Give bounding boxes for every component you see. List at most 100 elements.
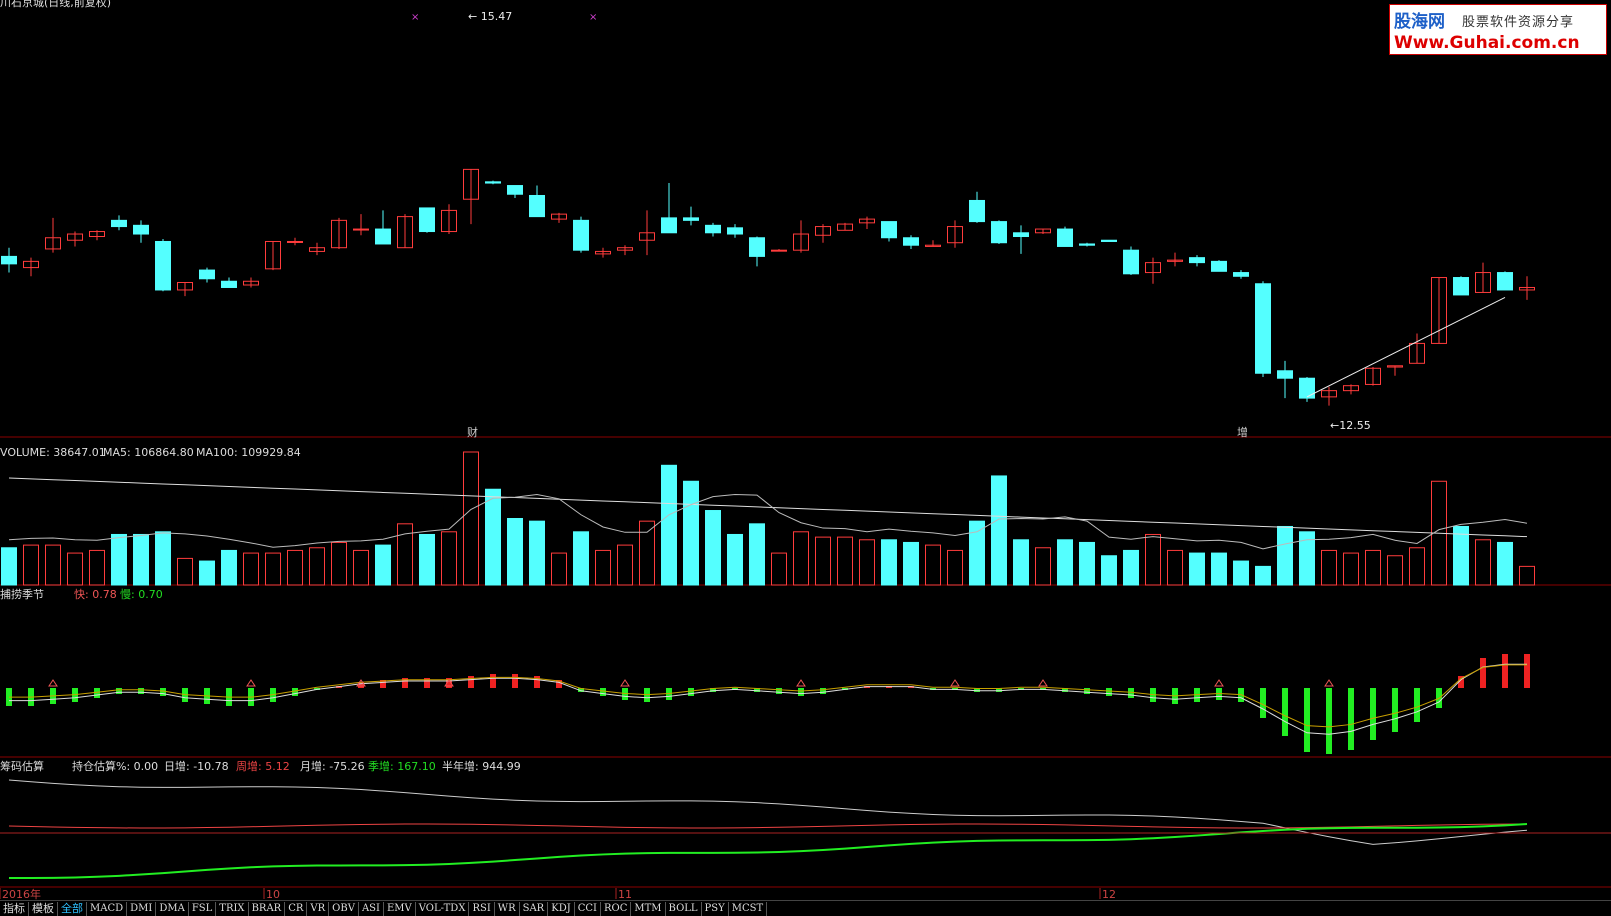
volume-bar [793, 531, 809, 586]
guhai-logo[interactable]: 股海网 股票软件资源分享 Www.Guhai.com.cn [1389, 4, 1607, 55]
season-bar [1502, 654, 1508, 688]
candle-body [199, 269, 215, 280]
tab-模板[interactable]: 模板 [29, 901, 58, 916]
logo-url: Www.Guhai.com.cn [1394, 33, 1580, 53]
volume-bar [287, 549, 303, 586]
season-bar [512, 674, 518, 688]
volume-bar [89, 549, 105, 586]
volume-bar [1013, 539, 1029, 586]
tab-mtm[interactable]: MTM [631, 901, 666, 916]
tab-asi[interactable]: ASI [359, 901, 384, 916]
tab-vol-tdx[interactable]: VOL-TDX [416, 901, 470, 916]
season-slow-label: 慢: 0.70 [120, 588, 163, 601]
trend-line [1306, 296, 1506, 398]
chip-quarter-label: 季增: 167.10 [368, 759, 436, 773]
candle-body [1057, 228, 1073, 247]
tab-macd[interactable]: MACD [87, 901, 128, 916]
buy-arrow-icon [620, 679, 630, 687]
chip-name: 筹码估算 [0, 759, 44, 773]
volume-bar [199, 560, 215, 586]
season-slow-line [9, 664, 1527, 728]
candle-body [375, 228, 391, 245]
buy-arrow-icon [1038, 679, 1048, 687]
tab-全部[interactable]: 全部 [58, 901, 87, 916]
tab-wr[interactable]: WR [495, 901, 520, 916]
volume-bar [617, 544, 633, 586]
tab-sar[interactable]: SAR [520, 901, 549, 916]
volume-bar [1365, 549, 1381, 586]
volume-bar [23, 544, 39, 586]
tab-指标[interactable]: 指标 [0, 901, 29, 916]
tab-fsl[interactable]: FSL [189, 901, 217, 916]
tab-obv[interactable]: OBV [329, 901, 359, 916]
season-bar [1282, 688, 1288, 736]
candle-body [111, 219, 127, 228]
tab-kdj[interactable]: KDJ [548, 901, 575, 916]
buy-arrow-icon [48, 679, 58, 687]
logo-slogan: 股票软件资源分享 [1462, 15, 1575, 30]
tab-cr[interactable]: CR [285, 901, 308, 916]
volume-bar [969, 520, 985, 586]
volume-bar [1387, 555, 1403, 586]
tab-rsi[interactable]: RSI [469, 901, 495, 916]
tab-boll[interactable]: BOLL [666, 901, 702, 916]
candle-body [1277, 370, 1293, 379]
tab-psy[interactable]: PSY [702, 901, 729, 916]
tab-cci[interactable]: CCI [575, 901, 601, 916]
volume-bar [771, 552, 787, 586]
season-bar [1128, 688, 1134, 698]
candle-body [1079, 243, 1095, 246]
volume-bar [243, 552, 259, 586]
tab-brar[interactable]: BRAR [249, 901, 286, 916]
season-bar [490, 674, 496, 688]
tab-mcst[interactable]: MCST [729, 901, 768, 916]
season-bar [776, 688, 782, 694]
chart-canvas[interactable]: ← 15.47 ←12.55 × × 财 增 VOLUME: 38647.01MA5: 10… [0, 0, 1611, 915]
candle-body [1497, 272, 1513, 291]
volume-bar [155, 531, 171, 586]
season-bar [1260, 688, 1266, 718]
tab-dmi[interactable]: DMI [127, 901, 157, 916]
stock-title: 川石京城(日线,前复权) [0, 0, 112, 9]
tab-emv[interactable]: EMV [384, 901, 416, 916]
season-bar [138, 688, 144, 694]
volume-bar [595, 549, 611, 586]
season-bar [798, 688, 804, 696]
season-bar [1414, 688, 1420, 722]
season-bar [1348, 688, 1354, 750]
chip-half-label: 半年增: 944.99 [442, 759, 521, 773]
volume-bar [1453, 525, 1469, 586]
season-bar [94, 688, 100, 698]
volume-ma100-line [8, 477, 1528, 538]
candle-body [683, 217, 699, 221]
volume-bar [1409, 547, 1425, 586]
candle-body [771, 249, 787, 252]
season-bar [1084, 688, 1090, 694]
tab-vr[interactable]: VR [307, 901, 330, 916]
chip-hold-label: 持仓估算%: 0.00 [72, 759, 158, 773]
volume-bar [1035, 547, 1051, 586]
candle-body [661, 217, 677, 234]
chip-white-line [8, 779, 1528, 845]
volume-bar [331, 541, 347, 586]
signal-mark: × [411, 12, 419, 23]
volume-bar [727, 533, 743, 586]
candle-body [133, 224, 149, 235]
date-label: 2016年 [2, 887, 41, 901]
season-fast-label: 快: 0.78 [74, 588, 117, 601]
event-marker: 增 [1237, 425, 1248, 439]
tab-trix[interactable]: TRIX [216, 901, 249, 916]
tab-roc[interactable]: ROC [601, 901, 632, 916]
volume-bar [639, 520, 655, 586]
volume-bar [507, 518, 523, 586]
volume-bar [133, 533, 149, 586]
volume-bar [1101, 555, 1117, 586]
season-bar [1370, 688, 1376, 740]
volume-bar [573, 531, 589, 586]
season-bar [820, 688, 826, 694]
candle-body [1123, 249, 1139, 275]
tab-dma[interactable]: DMA [156, 901, 189, 916]
candle-body [485, 181, 501, 184]
signal-mark: × [589, 12, 597, 23]
candle-body [1101, 239, 1117, 242]
